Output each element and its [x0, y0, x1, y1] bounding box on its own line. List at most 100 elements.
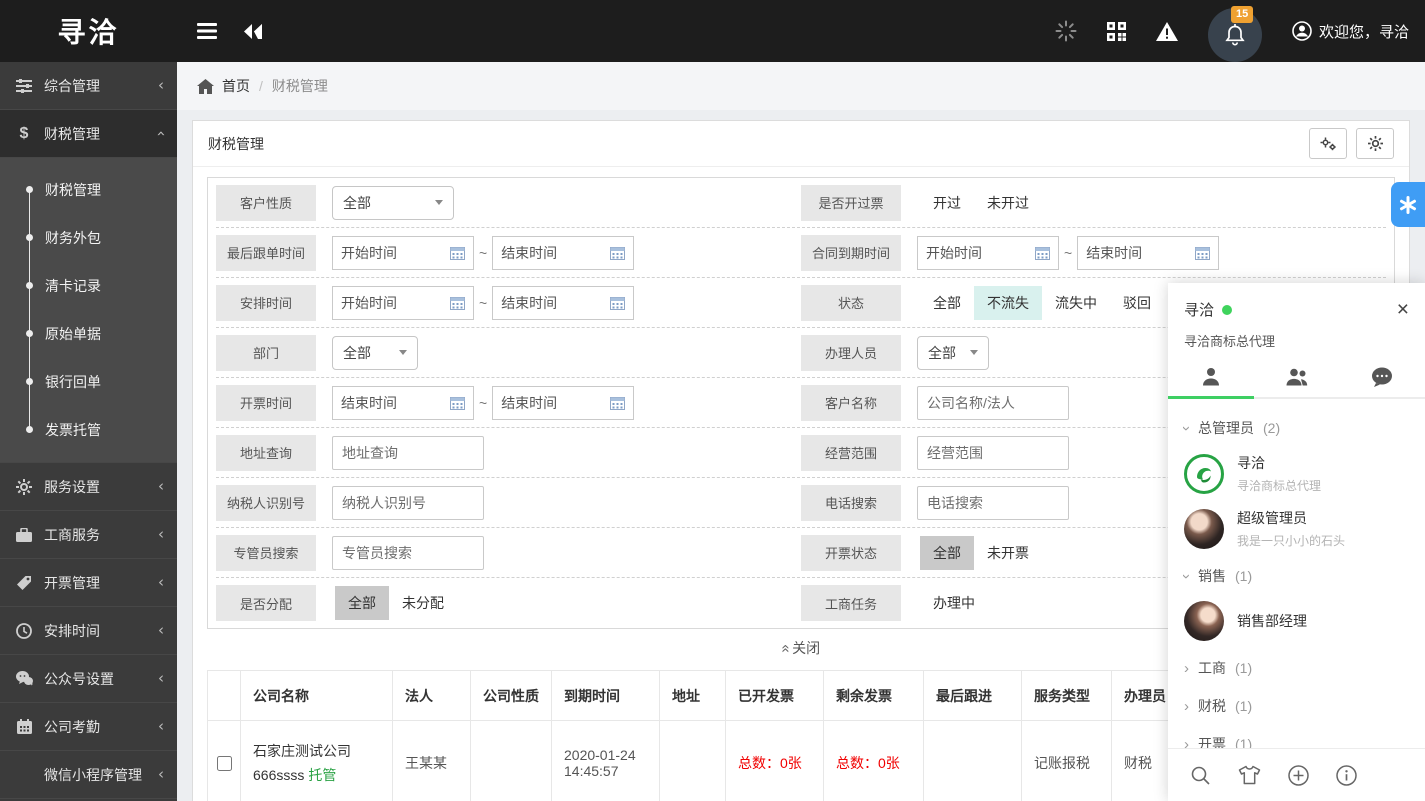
chevron-left-icon: ‹ — [158, 575, 164, 590]
option-status-losing[interactable]: 流失中 — [1042, 286, 1110, 320]
submenu-item-invoice-hosting[interactable]: 发票托管 — [0, 406, 177, 454]
tab-contacts[interactable] — [1168, 360, 1254, 397]
chat-bubble-icon — [1370, 366, 1394, 388]
filter-label-address-query: 地址查询 — [216, 435, 316, 471]
chevron-left-icon: ‹ — [158, 623, 164, 638]
close-icon[interactable]: × — [1397, 299, 1409, 320]
contact-item[interactable]: 销售部经理 — [1182, 595, 1411, 649]
handler-select[interactable]: 全部 — [917, 336, 989, 370]
bell-icon — [1224, 23, 1246, 47]
online-status-dot — [1222, 305, 1232, 315]
sidebar-item-service-settings[interactable]: 服务设置 ‹ — [0, 463, 177, 511]
submenu-item-bank-receipts[interactable]: 银行回单 — [0, 358, 177, 406]
option-invoice-status-none[interactable]: 未开票 — [974, 536, 1042, 570]
option-assigned-all[interactable]: 全部 — [335, 586, 389, 620]
submenu-item-finance-outsourcing[interactable]: 财务外包 — [0, 214, 177, 262]
calendar-icon — [450, 296, 465, 310]
sidebar-item-schedule[interactable]: 安排时间 ‹ — [0, 607, 177, 655]
chevron-down-icon — [399, 350, 407, 355]
cell-company[interactable]: 石家庄测试公司 666ssss托管 — [241, 721, 393, 801]
arrange-start-date[interactable]: 开始时间 — [332, 286, 474, 320]
supervisor-search-input[interactable] — [332, 536, 484, 570]
sidebar-item-business-services[interactable]: 工商服务 ‹ — [0, 511, 177, 559]
contact-item[interactable]: 寻洽 寻洽商标总代理 — [1182, 447, 1411, 502]
contact-item[interactable]: 超级管理员 我是一只小小的石头 — [1182, 502, 1411, 557]
breadcrumb-current: 财税管理 — [272, 76, 328, 96]
calendar-icon — [450, 246, 465, 260]
filter-label-assigned: 是否分配 — [216, 585, 316, 621]
submenu-item-original-docs[interactable]: 原始单据 — [0, 310, 177, 358]
collapse-sidebar-icon[interactable] — [243, 24, 263, 39]
option-invoice-status-all[interactable]: 全部 — [920, 536, 974, 570]
sidebar-item-attendance[interactable]: 公司考勤 ‹ — [0, 703, 177, 751]
tab-messages[interactable] — [1339, 360, 1425, 397]
cell-address — [660, 721, 726, 801]
business-scope-input[interactable] — [917, 436, 1069, 470]
chevron-down-icon: › — [1178, 574, 1195, 579]
invoice-time-end-date[interactable]: 结束时间 — [492, 386, 634, 420]
contract-expire-end-date[interactable]: 结束时间 — [1077, 236, 1219, 270]
filter-label-invoice-status: 开票状态 — [801, 535, 901, 571]
submenu-item-tax-mgmt[interactable]: 财税管理 — [0, 166, 177, 214]
option-status-all[interactable]: 全部 — [920, 286, 974, 320]
hosted-tag: 托管 — [308, 767, 336, 783]
group-header-business[interactable]: › 工商 (1) — [1182, 649, 1411, 687]
customer-nature-select[interactable]: 全部 — [332, 186, 454, 220]
search-icon[interactable] — [1190, 765, 1211, 786]
skin-tshirt-icon[interactable] — [1238, 765, 1261, 785]
filter-label-customer-nature: 客户性质 — [216, 185, 316, 221]
option-assigned-none[interactable]: 未分配 — [389, 586, 457, 620]
user-menu[interactable]: 欢迎您，寻洽 — [1292, 21, 1409, 42]
option-invoiced-no[interactable]: 未开过 — [974, 186, 1042, 220]
sidebar-item-miniprogram[interactable]: 微信小程序管理 ‹ — [0, 751, 177, 799]
home-icon — [197, 79, 214, 94]
gears-icon — [1320, 137, 1337, 151]
filter-label-business-scope: 经营范围 — [801, 435, 901, 471]
address-query-input[interactable] — [332, 436, 484, 470]
settings-gears-button[interactable] — [1309, 128, 1347, 159]
chat-account-subtitle: 寻洽商标总代理 — [1168, 320, 1425, 360]
panel-header: 财税管理 — [193, 121, 1409, 167]
last-follow-end-date[interactable]: 结束时间 — [492, 236, 634, 270]
group-header-invoicing[interactable]: › 开票 (1) — [1182, 725, 1411, 749]
submenu-item-card-clearing[interactable]: 清卡记录 — [0, 262, 177, 310]
chevron-right-icon: › — [1184, 660, 1189, 677]
quick-action-float-button[interactable] — [1391, 182, 1425, 227]
chat-tabs — [1168, 360, 1425, 399]
phone-search-input[interactable] — [917, 486, 1069, 520]
sidebar-item-official-account[interactable]: 公众号设置 ‹ — [0, 655, 177, 703]
invoice-time-start-date[interactable]: 结束时间 — [332, 386, 474, 420]
sidebar-item-invoicing-mgmt[interactable]: 开票管理 ‹ — [0, 559, 177, 607]
warning-icon[interactable] — [1156, 22, 1178, 41]
settings-gear-button[interactable] — [1356, 128, 1394, 159]
col-expire-time: 到期时间 — [552, 671, 660, 721]
info-icon[interactable] — [1336, 765, 1357, 786]
row-checkbox[interactable] — [217, 756, 232, 771]
group-header-sales[interactable]: › 销售 (1) — [1182, 557, 1411, 595]
group-header-admins[interactable]: › 总管理员 (2) — [1182, 409, 1411, 447]
last-follow-start-date[interactable]: 开始时间 — [332, 236, 474, 270]
cell-invoices-issued: 总数：0张 — [726, 721, 824, 801]
option-status-not-lost[interactable]: 不流失 — [974, 286, 1042, 320]
menu-hamburger-icon[interactable] — [197, 23, 217, 39]
sidebar-item-tax-mgmt[interactable]: $ 财税管理 ‹ — [0, 110, 177, 158]
notifications-bell[interactable]: 15 — [1208, 8, 1262, 62]
option-invoiced-yes[interactable]: 开过 — [920, 186, 974, 220]
tab-groups[interactable] — [1254, 360, 1340, 397]
filter-label-status: 状态 — [801, 285, 901, 321]
col-service-type: 服务类型 — [1022, 671, 1112, 721]
option-business-task-processing[interactable]: 办理中 — [920, 586, 988, 620]
customer-name-input[interactable] — [917, 386, 1069, 420]
option-status-rejected[interactable]: 驳回 — [1110, 286, 1164, 320]
add-icon[interactable] — [1288, 765, 1309, 786]
group-header-tax[interactable]: › 财税 (1) — [1182, 687, 1411, 725]
arrange-end-date[interactable]: 结束时间 — [492, 286, 634, 320]
sidebar-item-general-mgmt[interactable]: 综合管理 ‹ — [0, 62, 177, 110]
chat-toolbar — [1168, 748, 1425, 801]
breadcrumb-home-link[interactable]: 首页 — [197, 76, 250, 96]
filter-label-business-task: 工商任务 — [801, 585, 901, 621]
contract-expire-start-date[interactable]: 开始时间 — [917, 236, 1059, 270]
department-select[interactable]: 全部 — [332, 336, 418, 370]
taxpayer-id-input[interactable] — [332, 486, 484, 520]
qr-code-icon[interactable] — [1107, 22, 1126, 41]
